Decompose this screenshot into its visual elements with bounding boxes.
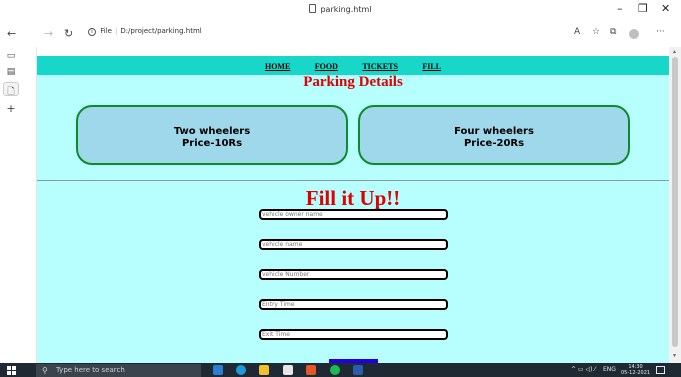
vehicle-name-input[interactable]: vehicle name bbox=[259, 239, 448, 250]
edge-app-icon[interactable] bbox=[236, 365, 246, 375]
scroll-up-icon[interactable]: ▲ bbox=[672, 49, 677, 55]
language-indicator[interactable]: ENG bbox=[603, 365, 616, 375]
scrollbar-thumb[interactable] bbox=[672, 57, 678, 347]
store-app-icon[interactable] bbox=[283, 365, 293, 375]
read-aloud-icon[interactable]: A bbox=[574, 27, 580, 37]
card-title: Two wheelers bbox=[173, 126, 251, 137]
windows-start-icon[interactable] bbox=[7, 366, 16, 375]
vehicle-owner-name-input[interactable]: vehicle owner name bbox=[259, 209, 448, 220]
spotify-app-icon[interactable] bbox=[330, 365, 340, 375]
address-bar: ← → ↻ i File | D:/project/parking.html A ☆… bbox=[0, 22, 681, 46]
windows-taskbar: ⚲ Type here to search ^ ▭ ◁) ⁄ ENG 14:30… bbox=[0, 363, 681, 377]
exit-time-input[interactable]: Exit Time bbox=[259, 329, 448, 340]
site-navbar: HOME FOOD TICKETS FILL bbox=[37, 56, 669, 75]
maximize-button[interactable]: ❐ bbox=[638, 3, 648, 15]
clock-date: 05-12-2021 bbox=[621, 370, 651, 376]
more-menu-icon[interactable]: ··· bbox=[656, 27, 665, 37]
page-viewport: HOME FOOD TICKETS FILL Parking Details T… bbox=[37, 56, 669, 363]
scroll-down-icon[interactable]: ▼ bbox=[672, 353, 677, 359]
favorites-icon[interactable]: ☆ bbox=[592, 27, 600, 37]
window-title: parking.html bbox=[0, 4, 681, 14]
four-wheelers-card: Four wheelers Price-20Rs bbox=[358, 105, 630, 165]
tray-icons[interactable]: ^ ▭ ◁) ⁄ bbox=[571, 365, 595, 375]
page-scrollbar[interactable]: ▲ ▼ bbox=[669, 47, 681, 363]
forward-button[interactable]: → bbox=[44, 27, 53, 40]
mail-app-icon[interactable] bbox=[213, 365, 223, 375]
parking-details-heading: Parking Details bbox=[303, 74, 403, 90]
word-app-icon[interactable] bbox=[353, 365, 363, 375]
search-placeholder: Type here to search bbox=[56, 366, 125, 374]
collections-icon[interactable]: ⧉ bbox=[610, 27, 616, 37]
entry-time-input[interactable]: Entry Time bbox=[259, 299, 448, 310]
taskbar-clock[interactable]: 14:30 05-12-2021 bbox=[621, 364, 650, 376]
taskbar-search-input[interactable]: ⚲ Type here to search bbox=[36, 364, 201, 377]
section-divider bbox=[37, 180, 669, 181]
info-icon[interactable]: i bbox=[88, 28, 96, 36]
notification-icon[interactable] bbox=[656, 366, 665, 374]
page-icon[interactable]: 🗋 bbox=[5, 84, 17, 100]
url-path: D:/project/parking.html bbox=[120, 27, 202, 35]
card-price: Price-10Rs bbox=[181, 138, 243, 149]
office-app-icon[interactable] bbox=[306, 365, 316, 375]
page-icon bbox=[309, 4, 317, 13]
close-button[interactable]: ✕ bbox=[661, 3, 670, 15]
back-button[interactable]: ← bbox=[7, 27, 16, 40]
file-explorer-icon[interactable] bbox=[259, 365, 269, 375]
vehicle-number-input[interactable]: vehicle Number bbox=[259, 269, 448, 280]
two-wheelers-card: Two wheelers Price-10Rs bbox=[76, 105, 348, 165]
card-title: Four wheelers bbox=[454, 126, 534, 137]
tabs-icon[interactable]: ▭ bbox=[5, 51, 17, 61]
search-icon: ⚲ bbox=[42, 366, 48, 375]
url-scheme: File bbox=[100, 27, 112, 35]
url-separator: | bbox=[114, 27, 118, 35]
refresh-button[interactable]: ↻ bbox=[64, 27, 73, 40]
history-icon[interactable]: ▤ bbox=[5, 67, 17, 77]
url-field[interactable]: i File | D:/project/parking.html bbox=[88, 27, 202, 36]
profile-avatar[interactable] bbox=[629, 29, 639, 39]
card-price: Price-20Rs bbox=[463, 138, 525, 149]
fill-it-up-heading: Fill it Up!! bbox=[305, 186, 401, 210]
minimize-button[interactable]: – bbox=[617, 3, 623, 15]
browser-sidebar: ▭ ▤ 🗋 + bbox=[0, 47, 37, 363]
add-icon[interactable]: + bbox=[5, 102, 17, 115]
title-bar: parking.html – ❐ ✕ bbox=[0, 0, 681, 20]
